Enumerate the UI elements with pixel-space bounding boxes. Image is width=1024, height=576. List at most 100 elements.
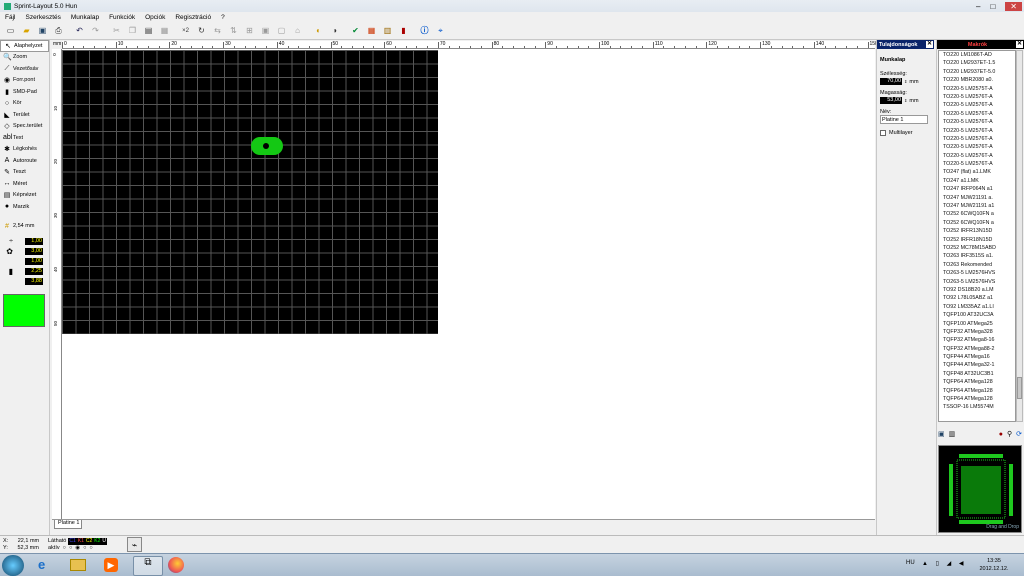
grid-icon[interactable]: ▥	[380, 23, 395, 38]
active-radio-c1[interactable]: ○	[63, 545, 66, 552]
pad-inner-value[interactable]: 1,00	[25, 257, 43, 265]
width-spinner-icon[interactable]: ⇕	[904, 79, 907, 84]
macro-item[interactable]: TO220 LM1086T-AD	[939, 51, 1015, 59]
ie-icon[interactable]: e	[38, 557, 45, 572]
macro-item[interactable]: TO263-5 LM2576HVS	[939, 269, 1015, 277]
zoom-icon[interactable]: ◐	[311, 23, 326, 38]
menu-file[interactable]: Fájl	[0, 14, 20, 21]
macro-item[interactable]: TQFP44 ATMega32-1	[939, 361, 1015, 369]
macro-item[interactable]: TO92 LM335AZ a1.LI	[939, 303, 1015, 311]
macro-item[interactable]: TO247 MJW21191 a.	[939, 194, 1015, 202]
save-macro-icon[interactable]: ▣	[938, 430, 945, 438]
height-field[interactable]: 53,00	[880, 97, 902, 104]
group-icon[interactable]: ▣	[258, 23, 273, 38]
macro-list[interactable]: TO220 LM1086T-AD TO220 LM2937ET-1.5 TO220 …	[938, 50, 1016, 422]
mirror-h-icon[interactable]: ⇆	[210, 23, 225, 38]
tool-zone[interactable]: ◣ Terület	[0, 109, 49, 121]
minimize-button[interactable]: –	[976, 2, 980, 11]
scrollbar-thumb[interactable]	[1017, 377, 1022, 399]
macro-item[interactable]: TO220-5 LM2576T-A	[939, 93, 1015, 101]
duplicate-button[interactable]: ×2	[178, 23, 193, 38]
tool-photo[interactable]: ▤ Képnézet	[0, 190, 49, 202]
menu-functions[interactable]: Funkciók	[104, 14, 140, 21]
tool-zoom[interactable]: 🔍 Zoom	[0, 52, 49, 64]
tool-airwire[interactable]: ✱ Légkohés	[0, 144, 49, 156]
macro-item[interactable]: TQFP32 ATMega328	[939, 328, 1015, 336]
active-radio-k2[interactable]: ○	[83, 545, 86, 552]
menu-worksheet[interactable]: Munkalap	[66, 14, 104, 21]
copy-icon[interactable]: ❐	[125, 23, 140, 38]
close-icon[interactable]: ✕	[1016, 41, 1023, 48]
active-radio-k1[interactable]: ○	[69, 545, 72, 552]
macro-item[interactable]: TQFP64 ATMega128	[939, 387, 1015, 395]
lock-icon[interactable]: ⌂	[290, 23, 305, 38]
macro-item[interactable]: TO220 LM2937ET-1.5	[939, 59, 1015, 67]
macro-item[interactable]: TO220 MBR2080 a0.	[939, 76, 1015, 84]
menu-edit[interactable]: Szerkesztés	[20, 14, 65, 21]
macro-item[interactable]: TO247 (flat) a1.LMK	[939, 168, 1015, 176]
media-player-icon[interactable]: ▶	[104, 558, 118, 572]
start-button[interactable]	[2, 555, 24, 576]
macro-item[interactable]: TQFP100 AT32UC3A	[939, 311, 1015, 319]
tool-circle[interactable]: ○ Kör	[0, 98, 49, 110]
active-radio-c2[interactable]: ◉	[75, 545, 80, 552]
close-button[interactable]: ✕	[1005, 1, 1022, 11]
clock[interactable]: 13:35 2012.12.12.	[974, 557, 1014, 573]
macro-item[interactable]: TO220-5 LM2576T-A	[939, 118, 1015, 126]
macro-item[interactable]: TO220-5 LM2576T-A	[939, 160, 1015, 168]
redo-icon[interactable]: ↷	[88, 23, 103, 38]
sprint-layout-task[interactable]: ⧉	[133, 556, 163, 576]
align-icon[interactable]: ⊞	[242, 23, 257, 38]
macro-item[interactable]: TQFP32 ATMega8-16	[939, 336, 1015, 344]
tool-text[interactable]: abl Text	[0, 132, 49, 144]
smd-width-value[interactable]: 2,25	[25, 267, 43, 275]
macro-item[interactable]: TQFP64 ATMega128	[939, 395, 1015, 403]
macro-item[interactable]: TO252 IRFR18N15D	[939, 236, 1015, 244]
macro-item[interactable]: TO220 LM2937ET-5.0	[939, 68, 1015, 76]
pad-outer-value[interactable]: 3,00	[25, 247, 43, 255]
pcb-board[interactable]	[62, 50, 438, 334]
macro-item[interactable]: TQFP44 ATMega16	[939, 353, 1015, 361]
track-width-value[interactable]: 1,00	[25, 237, 43, 245]
macro-item[interactable]: TO252 IRFR13N15D	[939, 227, 1015, 235]
macro-item[interactable]: TO263-5 LM2576HVS	[939, 278, 1015, 286]
tool-special-zone[interactable]: ◇ Spec.terület	[0, 121, 49, 133]
menu-help[interactable]: ?	[216, 14, 230, 21]
refresh-icon[interactable]: ⟳	[1016, 430, 1022, 438]
filter-icon[interactable]: ⚲	[1007, 430, 1012, 438]
macro-item[interactable]: TO220-5 LM2576T-A	[939, 135, 1015, 143]
tool-autoroute[interactable]: A Autoroute	[0, 155, 49, 167]
height-spinner-icon[interactable]: ⇕	[904, 98, 907, 103]
tool-pad[interactable]: ◉ Forr.pont	[0, 75, 49, 87]
drc-icon[interactable]: ✔	[348, 23, 363, 38]
macro-item[interactable]: TO220-5 LM2576T-A	[939, 110, 1015, 118]
grid-setting[interactable]: # 2,54 mm	[0, 221, 49, 233]
macro-item[interactable]: TO220-5 LM2576T-A	[939, 143, 1015, 151]
macro-item[interactable]: TQFP32 ATMega88-2	[939, 345, 1015, 353]
new-icon[interactable]: ▭	[3, 23, 18, 38]
layer-c2[interactable]: C2	[86, 538, 92, 545]
record-icon[interactable]: ●	[999, 431, 1003, 438]
view-icon[interactable]: ◑	[327, 23, 342, 38]
macro-item[interactable]: TO252 6CWQ10FN a	[939, 210, 1015, 218]
menu-options[interactable]: Opciók	[140, 14, 170, 21]
paste-icon[interactable]: ▤	[141, 23, 156, 38]
tool-macro[interactable]: ● Marzik	[0, 201, 49, 213]
tab-platine-1[interactable]: Platine 1	[54, 520, 82, 529]
tool-track[interactable]: ⟋ Vezetősáv	[0, 63, 49, 75]
macro-item[interactable]: TO252 MC78M15ABD	[939, 244, 1015, 252]
macro-item[interactable]: TO92 L78L05ABZ a1	[939, 294, 1015, 302]
firefox-icon[interactable]	[168, 557, 184, 573]
macro-item[interactable]: TQFP48 AT32UC3B1	[939, 370, 1015, 378]
macro-item[interactable]: TO247 MJW21191 a1	[939, 202, 1015, 210]
maximize-button[interactable]: □	[990, 2, 995, 11]
active-radio-u[interactable]: ○	[89, 545, 92, 552]
menu-register[interactable]: Regisztráció	[170, 14, 216, 21]
rotate-icon[interactable]: ↻	[194, 23, 209, 38]
macro-list-scrollbar[interactable]	[1016, 50, 1023, 422]
layer-c1[interactable]: C1	[69, 538, 75, 545]
mirror-v-icon[interactable]: ⇅	[226, 23, 241, 38]
explorer-icon[interactable]	[70, 559, 86, 571]
print-icon[interactable]: ⎙	[51, 23, 66, 38]
macro-item[interactable]: TO247 IRFP064N a1	[939, 185, 1015, 193]
